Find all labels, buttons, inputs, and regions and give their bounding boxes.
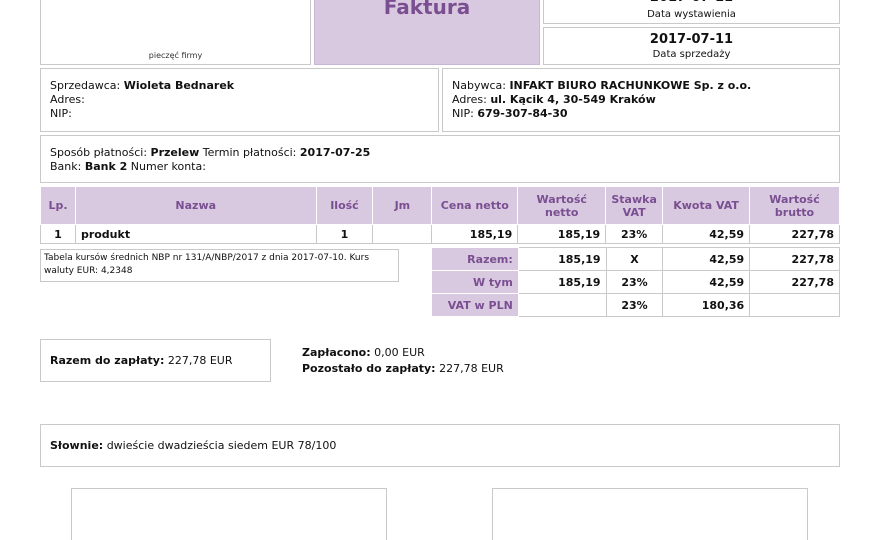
sale-date: 2017-07-11 xyxy=(649,32,734,47)
row-net-price: 185,19 xyxy=(431,224,519,244)
header-lp: Lp. xyxy=(40,186,76,225)
row-name: produkt xyxy=(74,224,317,244)
row-gross: 227,78 xyxy=(749,224,840,244)
remaining-label: Pozostało do zapłaty: xyxy=(302,362,436,375)
header-vat-amount: Kwota VAT xyxy=(662,186,751,225)
bank-name: Bank 2 xyxy=(84,160,128,173)
issue-date-box: 2017-07-11 Data wystawienia xyxy=(543,0,840,24)
buyer-name: INFAKT BIURO RACHUNKOWE Sp. z o.o. xyxy=(509,79,752,92)
items-table: Lp. Nazwa Ilość Jm Cena netto Wartość ne… xyxy=(40,186,840,244)
buyer-nip: 679-307-84-30 xyxy=(477,107,568,120)
seller-label: Sprzedawca: xyxy=(50,79,121,92)
row-vat-rate: 23% xyxy=(605,224,664,244)
company-stamp-box: pieczęć firmy xyxy=(40,0,311,65)
payment-term-label: Termin płatności: xyxy=(202,146,297,159)
buyer-box: Nabywca: INFAKT BIURO RACHUNKOWE Sp. z o… xyxy=(442,68,840,132)
header-gross: Wartość brutto xyxy=(749,186,840,225)
summary-pln-rate: 23% xyxy=(605,293,664,317)
payment-status: Zapłacono: 0,00 EUR Pozostało do zapłaty… xyxy=(302,345,504,377)
summary-pln-vat: 180,36 xyxy=(662,293,751,317)
company-stamp-label: pieczęć firmy xyxy=(148,51,203,60)
payment-term: 2017-07-25 xyxy=(299,146,371,159)
buyer-address-line: Adres: ul. Kącik 4, 30-549 Kraków xyxy=(452,93,830,107)
header-unit: Jm xyxy=(372,186,433,225)
issue-date-label: Data wystawienia xyxy=(647,9,736,20)
buyer-address: ul. Kącik 4, 30-549 Kraków xyxy=(490,93,656,106)
row-qty: 1 xyxy=(315,224,374,244)
summary-incl-net: 185,19 xyxy=(517,270,607,294)
sale-date-box: 2017-07-11 Data sprzedaży xyxy=(543,27,840,65)
remaining-amount: 227,78 EUR xyxy=(439,362,504,375)
seller-nip-line: NIP: xyxy=(50,107,429,121)
sale-date-label: Data sprzedaży xyxy=(652,49,731,60)
payment-method: Przelew xyxy=(150,146,200,159)
header-net-price: Cena netto xyxy=(431,186,519,225)
header-qty: Ilość xyxy=(315,186,374,225)
bank-line: Bank: Bank 2 Numer konta: xyxy=(50,160,830,174)
summary-incl-vat: 42,59 xyxy=(662,270,751,294)
amount-due: 227,78 EUR xyxy=(167,354,233,367)
buyer-nip-label: NIP: xyxy=(452,107,474,120)
items-header-row: Lp. Nazwa Ilość Jm Cena netto Wartość ne… xyxy=(40,186,840,225)
words-value: dwieście dwadzieścia siedem EUR 78/100 xyxy=(106,439,337,452)
buyer-line: Nabywca: INFAKT BIURO RACHUNKOWE Sp. z o… xyxy=(452,79,830,93)
seller-line: Sprzedawca: Wioleta Bednarek xyxy=(50,79,429,93)
row-vat-amount: 42,59 xyxy=(662,224,751,244)
amount-due-label: Razem do zapłaty: xyxy=(50,354,165,367)
summary-total-net: 185,19 xyxy=(517,247,607,271)
summary-pln-gross xyxy=(749,293,840,317)
summary-incl-label: W tym xyxy=(431,270,519,294)
table-row: 1 produkt 1 185,19 185,19 23% 42,59 227,… xyxy=(40,224,840,244)
paid-amount: 0,00 EUR xyxy=(374,346,425,359)
bank-label: Bank: xyxy=(50,160,82,173)
row-lp: 1 xyxy=(40,224,76,244)
words-label: Słownie: xyxy=(50,439,104,452)
buyer-address-label: Adres: xyxy=(452,93,487,106)
title-box: Faktura xyxy=(314,0,540,65)
summary-pln-row: VAT w PLN 23% 180,36 xyxy=(431,293,840,317)
seller-address-line: Adres: xyxy=(50,93,429,107)
header-net-value: Wartość netto xyxy=(517,186,607,225)
row-unit xyxy=(372,224,433,244)
signature-box-right xyxy=(492,488,808,540)
seller-nip-label: NIP: xyxy=(50,107,72,120)
invoice-title: Faktura xyxy=(383,0,471,19)
buyer-nip-line: NIP: 679-307-84-30 xyxy=(452,107,830,121)
amount-in-words-box: Słownie: dwieście dwadzieścia siedem EUR… xyxy=(40,424,840,467)
signature-box-left xyxy=(71,488,387,540)
amount-due-box: Razem do zapłaty: 227,78 EUR xyxy=(40,339,271,382)
summary-incl-row: W tym 185,19 23% 42,59 227,78 xyxy=(431,270,840,294)
header-vat-rate: Stawka VAT xyxy=(605,186,664,225)
row-net-value: 185,19 xyxy=(517,224,607,244)
summary-incl-gross: 227,78 xyxy=(749,270,840,294)
summary-total-label: Razem: xyxy=(431,247,519,271)
exchange-rate-note: Tabela kursów średnich NBP nr 131/A/NBP/… xyxy=(40,249,399,282)
paid-label: Zapłacono: xyxy=(302,346,371,359)
header-name: Nazwa xyxy=(74,186,317,225)
summary-total-rate: X xyxy=(605,247,664,271)
payment-line: Sposób płatności: Przelew Termin płatnoś… xyxy=(50,146,830,160)
seller-box: Sprzedawca: Wioleta Bednarek Adres: NIP: xyxy=(40,68,439,132)
paid-line: Zapłacono: 0,00 EUR xyxy=(302,345,504,361)
summary-table: Razem: 185,19 X 42,59 227,78 W tym 185,1… xyxy=(431,247,840,317)
summary-pln-net xyxy=(517,293,607,317)
payment-box: Sposób płatności: Przelew Termin płatnoś… xyxy=(40,135,840,183)
account-label: Numer konta: xyxy=(130,160,206,173)
summary-total-gross: 227,78 xyxy=(749,247,840,271)
summary-incl-rate: 23% xyxy=(605,270,664,294)
issue-date: 2017-07-11 xyxy=(544,0,839,5)
summary-total-row: Razem: 185,19 X 42,59 227,78 xyxy=(431,247,840,271)
buyer-label: Nabywca: xyxy=(452,79,506,92)
summary-total-vat: 42,59 xyxy=(662,247,751,271)
remaining-line: Pozostało do zapłaty: 227,78 EUR xyxy=(302,361,504,377)
seller-address-label: Adres: xyxy=(50,93,85,106)
seller-name: Wioleta Bednarek xyxy=(123,79,235,92)
payment-method-label: Sposób płatności: xyxy=(50,146,148,159)
summary-pln-label: VAT w PLN xyxy=(431,293,519,317)
